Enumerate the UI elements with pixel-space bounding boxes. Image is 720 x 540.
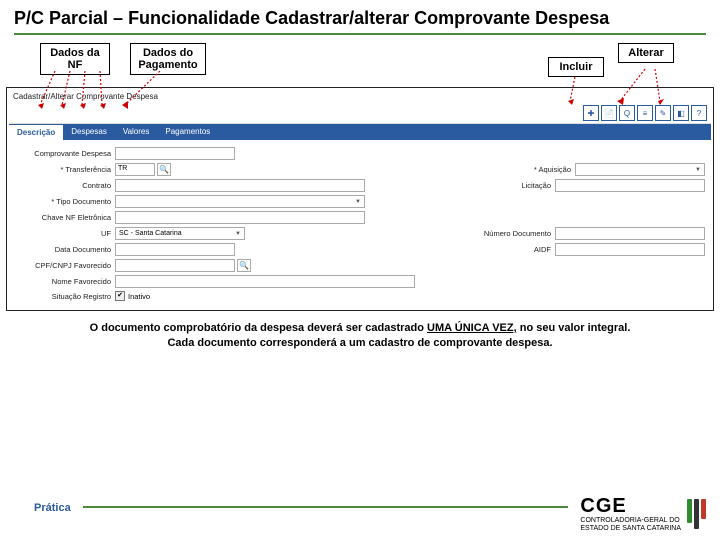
cpf-lookup-icon[interactable]: 🔍 bbox=[237, 259, 251, 272]
toolbar-add-button[interactable]: ✚ bbox=[583, 105, 599, 121]
uf-value: SC - Santa Catarina bbox=[119, 230, 182, 237]
tab-bar: Descrição Despesas Valores Pagamentos bbox=[9, 124, 711, 140]
aquisicao-select[interactable]: ▼ bbox=[575, 163, 705, 176]
slide-title: P/C Parcial – Funcionalidade Cadastrar/a… bbox=[0, 0, 720, 33]
label-licitacao: Licitação bbox=[465, 181, 555, 190]
comprovante-despesa-field[interactable] bbox=[115, 147, 235, 160]
label-data-documento: Data Documento bbox=[15, 245, 115, 254]
chevron-down-icon: ▼ bbox=[695, 167, 701, 173]
app-toolbar: ✚ 📄 Q ≡ ✎ ◧ ? bbox=[9, 103, 711, 124]
toolbar-panel-button[interactable]: ◧ bbox=[673, 105, 689, 121]
title-rule bbox=[14, 33, 706, 35]
transferencia-field[interactable]: TR bbox=[115, 163, 155, 176]
label-comprovante-despesa: Comprovante Despesa bbox=[15, 149, 115, 158]
label-aidf: AIDF bbox=[465, 245, 555, 254]
footer: Prática CGE CONTROLADORIA-GERAL DO ESTAD… bbox=[0, 496, 720, 532]
note-line1c: no seu valor integral. bbox=[517, 322, 631, 334]
logo-small-text-2: ESTADO DE SANTA CATARINA bbox=[580, 525, 681, 532]
tab-descricao[interactable]: Descrição bbox=[9, 124, 63, 140]
licitacao-field[interactable] bbox=[555, 179, 705, 192]
contrato-field[interactable] bbox=[115, 179, 365, 192]
form-area: Comprovante Despesa * Transferência TR 🔍… bbox=[9, 140, 711, 306]
tipo-documento-select[interactable]: ▼ bbox=[115, 195, 365, 208]
label-incluir: Incluir bbox=[548, 57, 604, 77]
footer-rule bbox=[83, 506, 569, 508]
label-numero-documento: Número Documento bbox=[465, 229, 555, 238]
tab-valores[interactable]: Valores bbox=[115, 124, 158, 140]
logo-bar-red bbox=[701, 499, 706, 519]
toolbar-list-button[interactable]: ≡ bbox=[637, 105, 653, 121]
toolbar-help-button[interactable]: ? bbox=[691, 105, 707, 121]
note-line1a: O documento comprobatório da despesa dev… bbox=[90, 322, 427, 334]
chave-nf-field[interactable] bbox=[115, 211, 365, 224]
note-line1b: UMA ÚNICA VEZ, bbox=[427, 322, 517, 334]
logo-bar-green bbox=[687, 499, 692, 523]
aidf-field[interactable] bbox=[555, 243, 705, 256]
app-window: Cadastrar/Alterar Comprovante Despesa ✚ … bbox=[6, 87, 714, 311]
cpf-cnpj-field[interactable] bbox=[115, 259, 235, 272]
nome-favorecido-field[interactable] bbox=[115, 275, 415, 288]
toolbar-search-button[interactable]: Q bbox=[619, 105, 635, 121]
chevron-down-icon: ▼ bbox=[235, 231, 241, 237]
logo-small-text-1: CONTROLADORIA-GERAL DO bbox=[580, 517, 679, 524]
logo-bar-dark bbox=[694, 499, 699, 529]
annotation-labels-row: Dados da NF Dados do Pagamento Incluir A… bbox=[0, 43, 720, 87]
situacao-checkbox[interactable]: ✔ bbox=[115, 291, 125, 301]
note-line2: Cada documento corresponderá a um cadast… bbox=[167, 337, 552, 349]
label-dados-nf: Dados da NF bbox=[40, 43, 110, 75]
label-uf: UF bbox=[15, 229, 115, 238]
label-aquisicao: * Aquisição bbox=[485, 165, 575, 174]
label-nome-favorecido: Nome Favorecido bbox=[15, 277, 115, 286]
label-cpf-cnpj: CPF/CNPJ Favorecido bbox=[15, 261, 115, 270]
chevron-down-icon: ▼ bbox=[355, 199, 361, 205]
logo-mark bbox=[687, 499, 706, 529]
numero-documento-field[interactable] bbox=[555, 227, 705, 240]
label-transferencia: * Transferência bbox=[15, 165, 115, 174]
label-situacao: Situação Registro bbox=[15, 292, 115, 301]
situacao-value: Inativo bbox=[128, 292, 150, 301]
tab-pagamentos[interactable]: Pagamentos bbox=[157, 124, 218, 140]
transferencia-lookup-icon[interactable]: 🔍 bbox=[157, 163, 171, 176]
label-tipo-documento: * Tipo Documento bbox=[15, 197, 115, 206]
practice-link[interactable]: Prática bbox=[14, 502, 71, 532]
cge-logo: CGE CONTROLADORIA-GERAL DO ESTADO DE SAN… bbox=[580, 496, 706, 532]
toolbar-copy-button[interactable]: 📄 bbox=[601, 105, 617, 121]
label-chave-nf: Chave NF Eletrônica bbox=[15, 213, 115, 222]
app-window-title: Cadastrar/Alterar Comprovante Despesa bbox=[9, 90, 711, 103]
tab-despesas[interactable]: Despesas bbox=[63, 124, 115, 140]
toolbar-edit-button[interactable]: ✎ bbox=[655, 105, 671, 121]
label-contrato: Contrato bbox=[15, 181, 115, 190]
logo-big-text: CGE bbox=[580, 496, 681, 517]
note-text: O documento comprobatório da despesa dev… bbox=[0, 311, 720, 357]
uf-select[interactable]: SC - Santa Catarina ▼ bbox=[115, 227, 245, 240]
label-alterar: Alterar bbox=[618, 43, 674, 63]
label-dados-pagamento: Dados do Pagamento bbox=[130, 43, 206, 75]
data-documento-field[interactable] bbox=[115, 243, 235, 256]
